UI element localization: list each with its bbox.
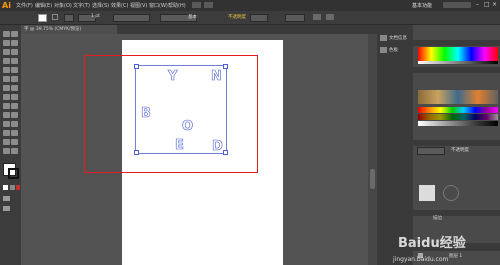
app-logo: Ai [2,1,11,10]
slice-tool-icon[interactable] [11,139,18,145]
appearance-panel-header [413,210,500,216]
symbol-sprayer-tool-icon[interactable] [3,130,10,136]
panel-icon-column: 文档信息 色板 [377,25,413,265]
swatches-panel-header [413,67,500,73]
document-tab-strip: 字 @ 39.75% (CMYK/预览) [21,25,377,34]
graph-tool-icon[interactable] [11,130,18,136]
magic-wand-tool-icon[interactable] [3,40,10,46]
lasso-tool-icon[interactable] [11,40,18,46]
opacity-label[interactable]: 不透明度 [228,14,246,20]
rotate-tool-icon[interactable] [3,85,10,91]
clip-icon[interactable] [443,185,459,201]
close-icon[interactable]: × [492,1,497,8]
swatches-label[interactable]: 色板 [389,47,398,53]
color-spectrum[interactable] [418,47,498,61]
fill-swatch[interactable] [38,14,47,22]
hand-tool-icon[interactable] [3,148,10,154]
stroke-width-value: 1 pt [91,14,100,19]
width-tool-icon[interactable] [3,94,10,100]
line-tool-icon[interactable] [3,58,10,64]
type-tool-icon[interactable] [11,49,18,55]
swatch-panel-icon[interactable] [380,47,387,53]
style-dropdown[interactable] [285,14,305,22]
pencil-tool-icon[interactable] [11,67,18,73]
document-tab[interactable]: 字 @ 39.75% (CMYK/预览) [21,25,117,34]
highlight-rectangle [84,55,258,173]
gradient-mode-icon[interactable] [10,185,15,190]
menu-bar: Ai 文件(F) 编辑(E) 对象(O) 文字(T) 选择(S) 效果(C) 视… [0,0,500,11]
direct-selection-tool-icon[interactable] [11,31,18,37]
bridge-icon[interactable] [192,2,201,8]
opacity-dropdown[interactable] [250,14,268,22]
color-panel-header [413,40,500,46]
stroke-color-icon[interactable] [8,168,19,179]
baidu-watermark: Baidu经验 [398,236,466,251]
color-swatch-row-1[interactable] [418,107,498,113]
minimize-icon[interactable]: – [476,1,479,8]
mesh-tool-icon[interactable] [3,112,10,118]
scrollbar-thumb[interactable] [370,169,375,189]
menu-window[interactable]: 窗口(W) [149,2,168,9]
zoom-tool-icon[interactable] [11,148,18,154]
gray-swatch-row[interactable] [418,121,498,126]
menu-help[interactable]: 帮助(H) [168,2,186,9]
grayscale-ramp[interactable] [418,61,498,64]
workspace-switcher[interactable]: 基本功能 [412,2,432,9]
pattern-swatches[interactable] [418,90,498,104]
blend-tool-icon[interactable] [11,121,18,127]
stroke-swatch[interactable] [52,14,58,20]
menu-object[interactable]: 对象(O) [54,2,72,9]
control-bar: 1 pt 基本 不透明度 [0,11,500,25]
scale-tool-icon[interactable] [11,85,18,91]
vertical-scrollbar[interactable] [368,34,377,265]
menu-view[interactable]: 视图(V) [130,2,147,9]
doc-info-icon[interactable] [380,35,387,41]
arrange-icon[interactable] [204,2,213,8]
eyedropper-tool-icon[interactable] [3,121,10,127]
search-field[interactable] [443,2,471,8]
transparency-panel-header [413,140,500,146]
menu-select[interactable]: 选择(S) [92,2,109,9]
menu-type[interactable]: 文字(T) [73,2,90,9]
right-panel: 不透明度 描边 图层 1 Baidu经验 jingyan.baidu.com [393,25,500,265]
panel-opacity-label: 不透明度 [451,148,469,153]
appearance-stroke-label[interactable]: 描边 [433,215,442,221]
toolbox [0,25,21,265]
shape-builder-tool-icon[interactable] [3,103,10,109]
selection-tool-icon[interactable] [3,31,10,37]
maximize-icon[interactable]: □ [484,1,490,8]
transform-icon[interactable] [326,14,334,20]
menu-file[interactable]: 文件(F) [16,2,33,9]
artboard-tool-icon[interactable] [3,139,10,145]
variable-width-dropdown[interactable] [113,14,150,22]
brush-label: 基本 [188,15,197,20]
eraser-tool-icon[interactable] [11,76,18,82]
color-swatch-row-2[interactable] [418,114,498,120]
blob-brush-tool-icon[interactable] [3,76,10,82]
rectangle-tool-icon[interactable] [11,58,18,64]
transparency-thumbnail[interactable] [419,185,435,201]
color-mode-icon[interactable] [3,185,8,190]
stroke-weight-icon[interactable] [64,14,74,22]
draw-mode-icon[interactable] [3,196,10,201]
paintbrush-tool-icon[interactable] [3,67,10,73]
gradient-tool-icon[interactable] [11,112,18,118]
menu-edit[interactable]: 编辑(E) [35,2,52,9]
blend-mode-dropdown[interactable] [417,147,445,155]
doc-info-label[interactable]: 文档信息 [389,35,407,41]
align-icon[interactable] [313,14,321,20]
none-mode-icon[interactable] [16,185,20,190]
perspective-grid-tool-icon[interactable] [11,103,18,109]
menu-effect[interactable]: 效果(C) [111,2,128,9]
pen-tool-icon[interactable] [3,49,10,55]
free-transform-tool-icon[interactable] [11,94,18,100]
watermark-url: jingyan.baidu.com [393,256,449,263]
screen-mode-icon[interactable] [3,206,10,211]
